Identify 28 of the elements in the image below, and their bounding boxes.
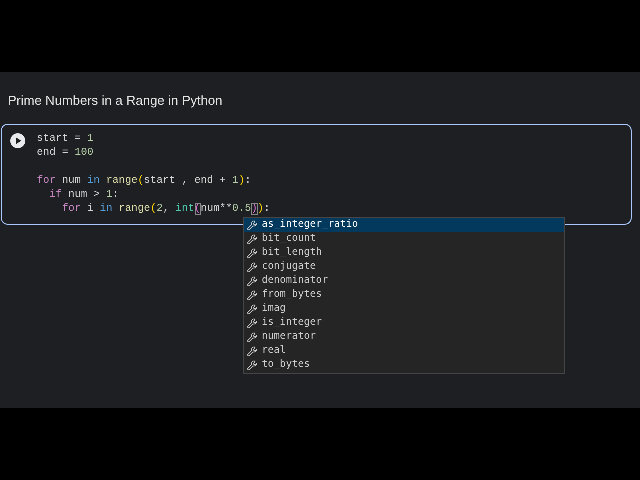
wrench-icon — [247, 276, 258, 286]
wrench-icon — [247, 332, 258, 342]
wrench-icon — [247, 346, 258, 356]
wrench-icon — [247, 234, 258, 244]
wrench-icon — [247, 318, 258, 328]
wrench-icon — [247, 262, 258, 272]
code-line: if num > 1: — [48, 188, 119, 202]
suggestion-item[interactable]: numerator — [244, 330, 564, 344]
suggestion-item[interactable]: imag — [244, 302, 564, 316]
suggestion-item[interactable]: bit_count — [244, 232, 564, 246]
wrench-icon — [247, 304, 258, 314]
suggestion-item[interactable]: conjugate — [244, 260, 564, 274]
wrench-icon — [247, 220, 258, 230]
wrench-icon — [247, 290, 258, 300]
wrench-icon — [247, 248, 258, 258]
notebook-title: Prime Numbers in a Range in Python — [8, 92, 224, 110]
suggestion-item[interactable]: is_integer — [244, 316, 564, 330]
suggestion-item[interactable]: from_bytes — [244, 288, 564, 302]
suggestion-item[interactable]: bit_length — [244, 246, 564, 260]
code-line: for num in range(start , end + 1): — [37, 174, 252, 188]
code-line: start = 1 — [37, 132, 94, 146]
run-cell-icon[interactable] — [10, 133, 26, 149]
suggestion-item[interactable]: real — [244, 344, 564, 358]
suggestion-item[interactable]: denominator — [244, 274, 564, 288]
suggestion-item[interactable]: as_integer_ratio — [244, 218, 564, 232]
code-line: end = 100 — [37, 146, 94, 160]
suggestion-item[interactable]: to_bytes — [244, 358, 564, 372]
wrench-icon — [247, 360, 258, 370]
